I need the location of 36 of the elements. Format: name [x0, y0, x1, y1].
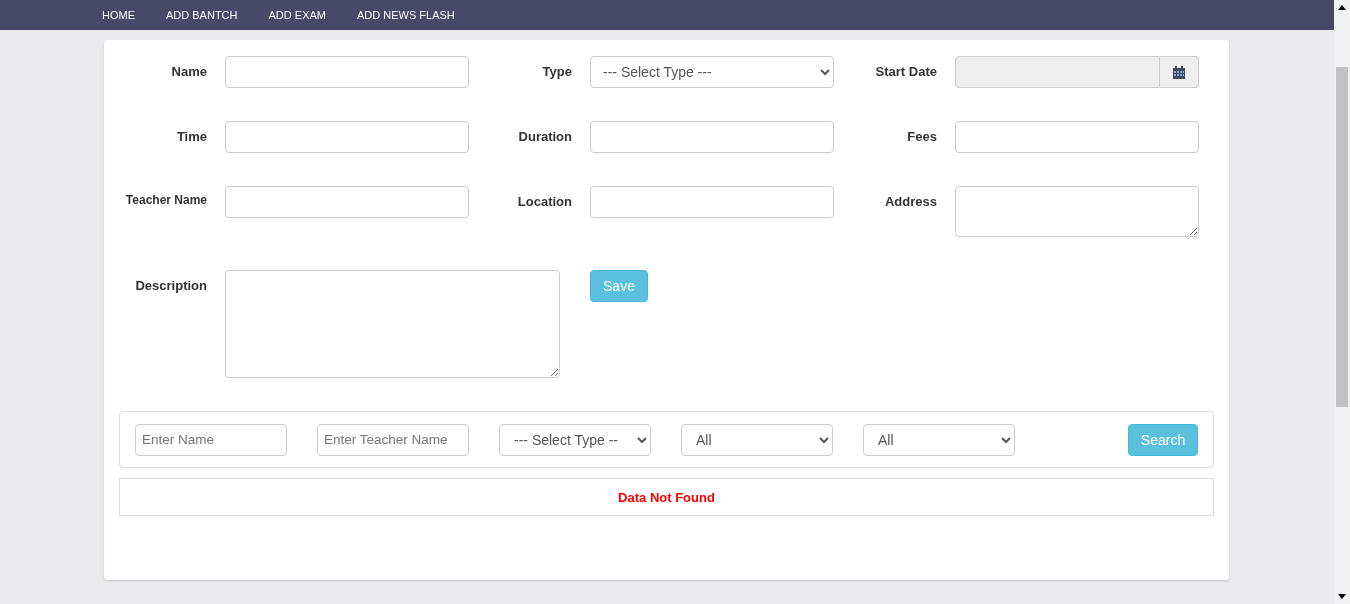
nav-link[interactable]: ADD NEWS FLASH [357, 9, 455, 21]
calendar-icon [1173, 65, 1185, 79]
text-field[interactable] [590, 186, 834, 218]
text-field[interactable] [225, 121, 469, 153]
text-field[interactable] [590, 121, 834, 153]
text-area[interactable] [225, 270, 560, 378]
filter-select[interactable]: --- Select Type -- [499, 423, 651, 456]
nav-link[interactable]: HOME [102, 9, 135, 21]
text-field[interactable] [955, 121, 1199, 153]
empty-message: Data Not Found [618, 489, 715, 505]
nav-link[interactable]: ADD BANTCH [166, 9, 238, 21]
calendar-button[interactable] [1160, 56, 1199, 88]
scrollbar-thumb[interactable] [1336, 67, 1348, 407]
field-label: Time [175, 128, 207, 146]
field-label: Start Date [874, 63, 937, 81]
field-label: Location [516, 193, 572, 211]
scrollbar[interactable] [1334, 0, 1350, 604]
field-label: Address [883, 193, 937, 211]
text-field[interactable] [225, 56, 469, 88]
field-label: Description [134, 277, 207, 295]
nav-link[interactable]: ADD EXAM [268, 9, 326, 21]
type-select[interactable]: --- Select Type --- [590, 56, 834, 88]
up-arrow-icon[interactable] [1338, 5, 1346, 10]
text-field[interactable] [225, 186, 469, 218]
filter-select[interactable]: All [681, 423, 833, 456]
date-field[interactable] [955, 56, 1160, 88]
filter-select[interactable]: All [863, 423, 1015, 456]
field-label: Teacher Name [124, 192, 207, 209]
field-label: Duration [517, 128, 572, 146]
search-field[interactable]: Enter Name [135, 423, 287, 456]
field-label: Name [170, 63, 207, 81]
down-arrow-icon[interactable] [1338, 594, 1346, 599]
text-area[interactable] [955, 186, 1199, 237]
search-field[interactable]: Enter Teacher Name [317, 423, 469, 456]
field-label: Type [541, 63, 572, 81]
field-label: Fees [906, 128, 937, 146]
